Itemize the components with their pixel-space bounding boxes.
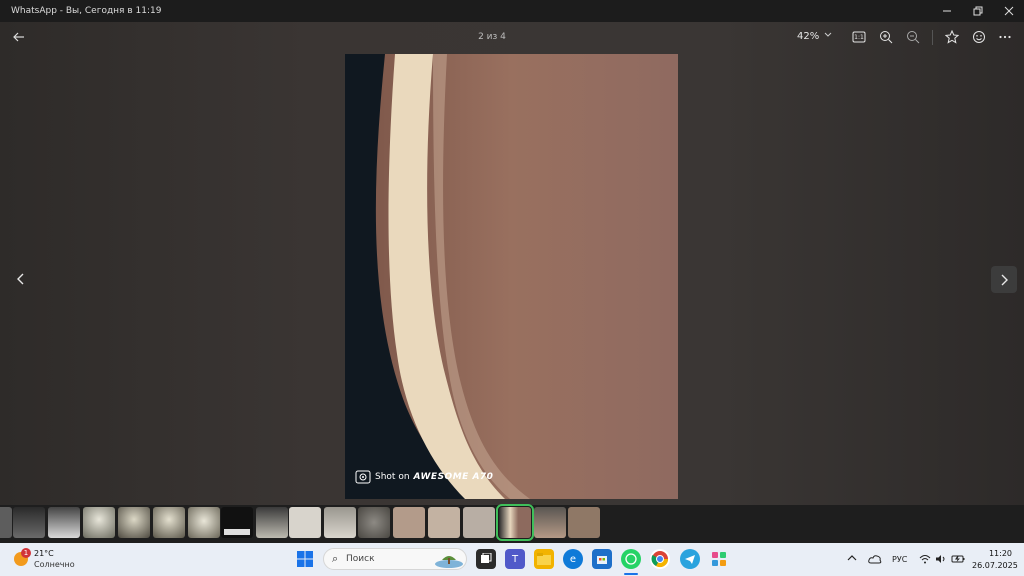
- cloud-icon[interactable]: [868, 554, 882, 567]
- task-view-icon[interactable]: [476, 549, 496, 569]
- actual-size-label: 1:1: [854, 33, 864, 41]
- taskbar-time[interactable]: 11:20: [984, 549, 1012, 558]
- react-button[interactable]: [971, 29, 987, 45]
- photo-graphic: [345, 54, 678, 499]
- search-highlight-icon: [435, 556, 463, 568]
- chevron-right-icon: [1001, 274, 1008, 285]
- teams-icon[interactable]: T: [505, 549, 525, 569]
- actual-size-button[interactable]: 1:1: [851, 29, 867, 45]
- watermark-prefix: Shot on: [375, 472, 410, 482]
- arrow-left-icon: [13, 32, 24, 42]
- camera-watermark: Shot on AWESOME A70: [355, 470, 493, 484]
- thumbnail[interactable]: [358, 507, 390, 538]
- minimize-button[interactable]: [931, 0, 962, 22]
- taskbar-search[interactable]: ⌕ Поиск: [323, 548, 467, 570]
- thumbnail[interactable]: [428, 507, 460, 538]
- search-placeholder: Поиск: [346, 554, 375, 564]
- volume-icon[interactable]: [935, 554, 947, 567]
- chevron-up-icon[interactable]: [847, 554, 857, 565]
- watermark-brand: AWESOME A70: [413, 472, 494, 482]
- store-icon[interactable]: [592, 549, 612, 569]
- thumbnail[interactable]: [568, 507, 600, 538]
- viewer-toolbar: 2 из 4 42% 1:1: [0, 22, 1024, 54]
- camera-icon: [355, 470, 371, 484]
- more-icon: [999, 35, 1011, 39]
- search-icon: ⌕: [332, 552, 339, 565]
- battery-charging-icon[interactable]: [951, 554, 965, 567]
- chevron-down-icon[interactable]: [824, 31, 832, 42]
- chrome-icon[interactable]: [650, 549, 670, 569]
- weather-condition[interactable]: Солнечно: [34, 560, 75, 569]
- taskbar-date[interactable]: 26.07.2025: [972, 561, 1018, 570]
- thumbnail[interactable]: [0, 507, 12, 538]
- thumbnail-selected[interactable]: [496, 504, 534, 541]
- taskbar: 1 21°C Солнечно ⌕ Поиск T e РУС 11:20 26…: [0, 543, 1024, 576]
- back-button[interactable]: [12, 30, 28, 46]
- zoom-in-button[interactable]: [878, 29, 894, 45]
- weather-temperature[interactable]: 21°C: [34, 549, 54, 558]
- star-icon: [945, 30, 959, 44]
- windows-icon: [297, 551, 313, 567]
- active-app-indicator: [624, 573, 638, 575]
- thumbnail[interactable]: [393, 507, 425, 538]
- wifi-icon[interactable]: [919, 554, 931, 567]
- minimize-icon: [942, 10, 951, 12]
- zoom-out-button[interactable]: [905, 29, 921, 45]
- thumbnail[interactable]: [534, 507, 566, 538]
- thumbnail[interactable]: [48, 507, 80, 538]
- restore-icon: [973, 6, 982, 16]
- next-image-button[interactable]: [991, 266, 1017, 293]
- photo-image: Shot on AWESOME A70: [345, 54, 678, 499]
- thumbnail[interactable]: [13, 507, 45, 538]
- more-options-button[interactable]: [997, 29, 1013, 45]
- start-button[interactable]: [297, 551, 313, 567]
- whatsapp-icon[interactable]: [621, 549, 641, 569]
- telegram-icon[interactable]: [680, 549, 700, 569]
- language-indicator[interactable]: РУС: [892, 555, 907, 564]
- thumbnail[interactable]: [324, 507, 356, 538]
- thumbnail[interactable]: [118, 507, 150, 538]
- thumbnail[interactable]: [256, 507, 288, 538]
- edge-icon[interactable]: e: [563, 549, 583, 569]
- restore-button[interactable]: [962, 0, 993, 22]
- zoom-in-icon: [880, 31, 893, 44]
- zoom-out-icon: [907, 31, 920, 44]
- thumbnail[interactable]: [188, 507, 220, 538]
- title-bar: WhatsApp - Вы, Сегодня в 11:19: [0, 0, 1024, 22]
- toolbar-divider: [932, 30, 933, 45]
- photo-viewer: 2 из 4 42% 1:1 Shot on AWESOME A70: [0, 22, 1024, 505]
- file-explorer-icon[interactable]: [534, 549, 554, 569]
- thumbnail[interactable]: [463, 507, 495, 538]
- close-button[interactable]: [993, 0, 1024, 22]
- thumbnail[interactable]: [153, 507, 185, 538]
- close-icon: [1004, 6, 1013, 16]
- favorite-button[interactable]: [944, 29, 960, 45]
- window-controls: [931, 0, 1024, 22]
- chevron-left-icon: [17, 273, 24, 285]
- previous-image-button[interactable]: [12, 270, 30, 288]
- window-title: WhatsApp - Вы, Сегодня в 11:19: [11, 6, 162, 16]
- thumbnail-strip: [0, 504, 1024, 543]
- thumbnail[interactable]: [83, 507, 115, 538]
- zoom-level[interactable]: 42%: [797, 31, 819, 42]
- app-grid-icon[interactable]: [709, 549, 729, 569]
- thumbnail[interactable]: [289, 507, 321, 538]
- image-counter: 2 из 4: [478, 32, 506, 42]
- thumbnail[interactable]: [221, 507, 253, 538]
- smiley-icon: [973, 31, 985, 43]
- weather-badge: 1: [21, 548, 31, 558]
